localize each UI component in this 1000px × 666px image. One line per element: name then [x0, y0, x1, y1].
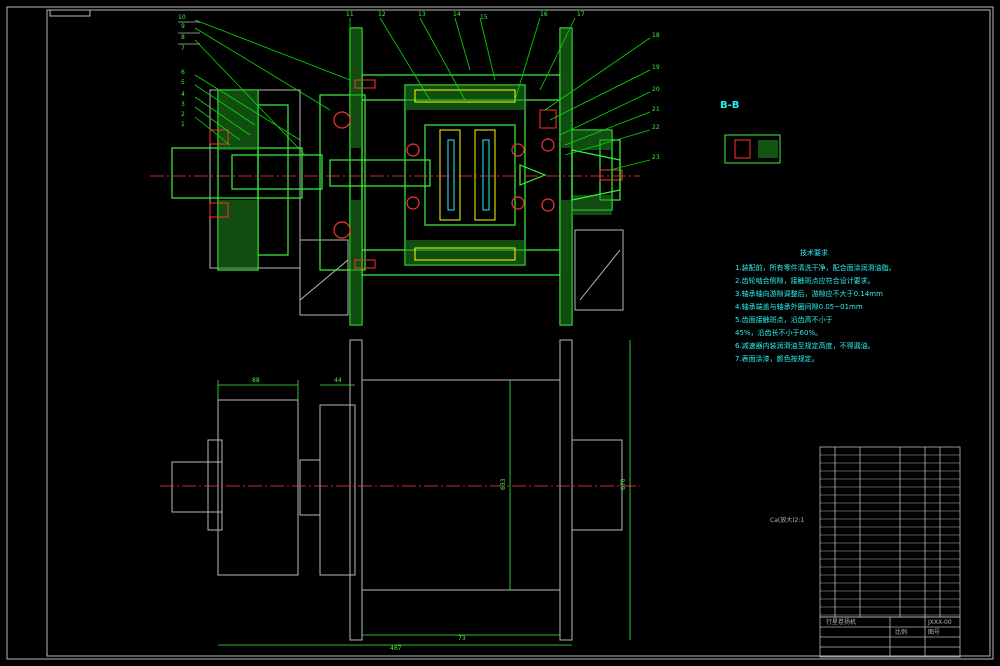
balloon-1: 1 [181, 121, 185, 128]
title-block-name: 行星卷扬机 [826, 618, 856, 626]
balloon-16: 16 [540, 11, 548, 18]
balloon-23: 23 [652, 154, 660, 161]
dim-flange-width: 88 [252, 377, 260, 384]
balloon-10: 10 [178, 14, 186, 21]
exterior-view: 88 44 633 676 73 467 [160, 339, 640, 652]
cad-drawing: 10 11 12 13 14 15 16 17 18 19 20 21 22 2… [6, 6, 994, 660]
parts-list-rows [820, 454, 960, 616]
balloon-17: 17 [577, 11, 585, 18]
balloon-13: 13 [418, 11, 426, 18]
section-view: 10 11 12 13 14 15 16 17 18 19 20 21 22 2… [150, 11, 660, 326]
balloon-4: 4 [181, 91, 185, 98]
title-block-scale-label: 比例 [895, 628, 907, 636]
tech-req-line-3: 3.轴承轴向游隙调整后，游隙应不大于0.14mm [735, 289, 883, 298]
balloon-7: 7 [181, 45, 185, 52]
balloon-6: 6 [181, 69, 185, 76]
view-label: Ca(放大)2:1 [770, 516, 804, 524]
balloon-11: 11 [346, 11, 354, 18]
tech-req-line-4: 4.轴承端盖与轴承外圈间隙0.05~01mm [735, 302, 863, 311]
balloon-22: 22 [652, 124, 660, 131]
tech-requirements: 技术要求 1.装配前，所有零件清洗干净，配合面涂润滑油脂。 2.齿轮啮合侧隙，接… [735, 248, 896, 363]
balloon-19: 19 [652, 64, 660, 71]
tech-req-title: 技术要求 [800, 248, 828, 257]
balloon-3: 3 [181, 101, 185, 108]
tech-req-line-7: 6.减速器内装润滑油至规定高度，不得漏油。 [735, 341, 875, 350]
balloon-15: 15 [480, 14, 488, 21]
balloon-18: 18 [652, 32, 660, 39]
tech-req-line-8: 7.表面涂漆，颜色按规定。 [735, 354, 819, 363]
balloon-8: 8 [181, 34, 185, 41]
balloon-12: 12 [378, 11, 386, 18]
balloon-14: 14 [453, 11, 461, 18]
balloon-21: 21 [652, 106, 660, 113]
tech-req-line-6: 45%，沿齿长不小于60%。 [735, 328, 822, 337]
balloon-9: 9 [181, 23, 185, 30]
section-bb-label: B-B [720, 100, 739, 111]
tech-req-line-5: 5.齿面接触斑点，沿齿高不小于 [735, 315, 833, 324]
dim-drum-height: 633 [500, 478, 507, 490]
dim-hub-width: 44 [334, 377, 342, 384]
dim-overall-length: 467 [390, 645, 402, 652]
section-bb-detail: B-B [720, 100, 781, 164]
dim-drum-length: 73 [458, 635, 466, 642]
dim-overall-height: 676 [620, 478, 627, 490]
balloon-2: 2 [181, 111, 185, 118]
balloon-20: 20 [652, 86, 660, 93]
tech-req-line-1: 1.装配前，所有零件清洗干净，配合面涂润滑油脂。 [735, 263, 896, 272]
tech-req-line-2: 2.齿轮啮合侧隙，接触斑点应符合设计要求。 [735, 276, 875, 285]
parts-list [819, 446, 961, 618]
balloon-5: 5 [181, 79, 185, 86]
title-block-sheet-label: 图号 [928, 629, 940, 636]
title-block-code: JXXX-00 [927, 619, 952, 626]
